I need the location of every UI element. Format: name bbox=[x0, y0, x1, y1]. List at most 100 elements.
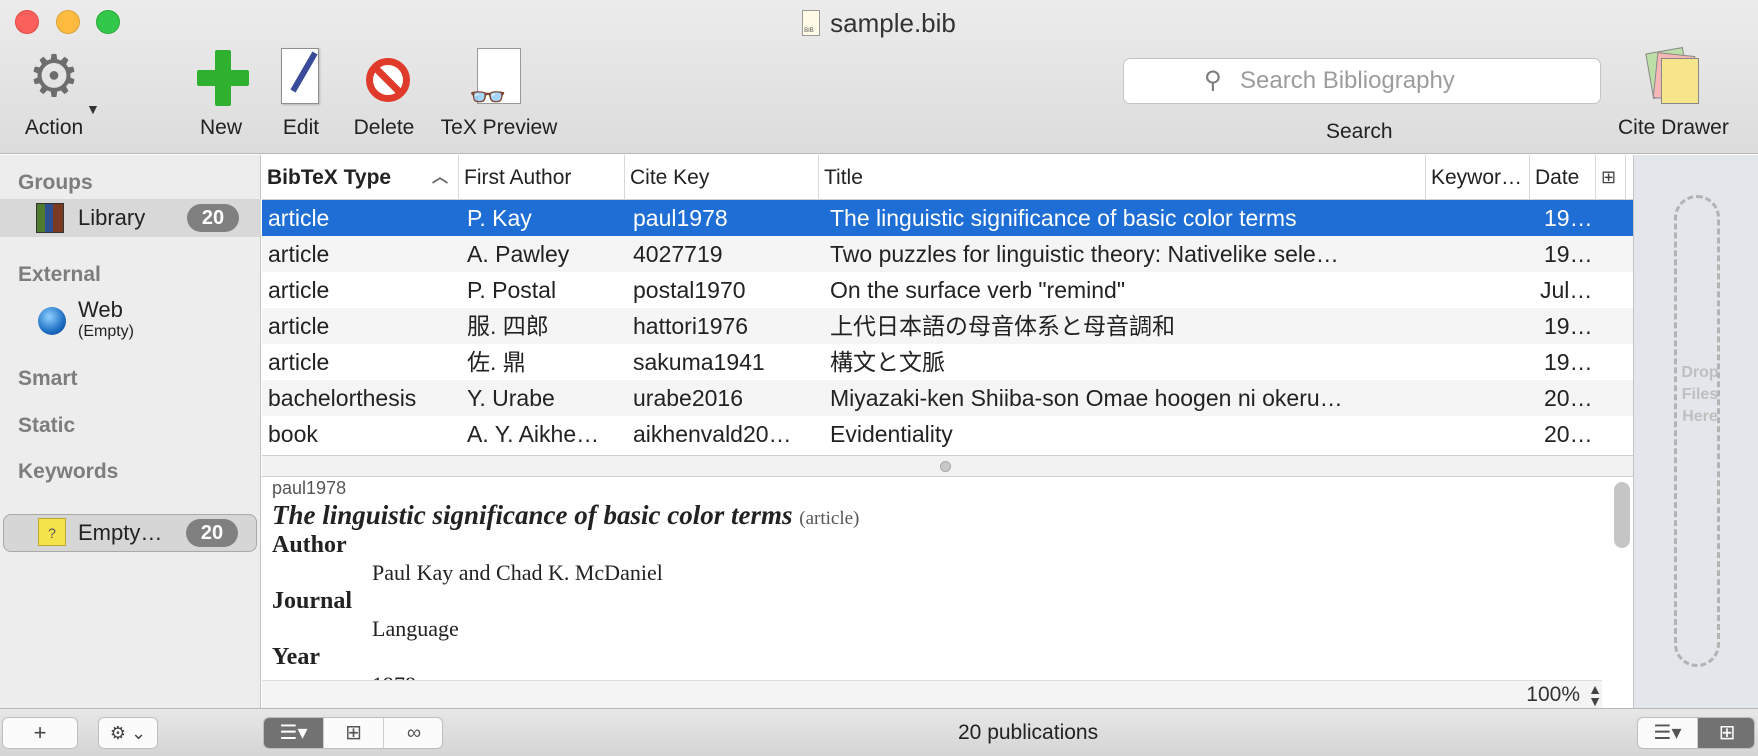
list-view-icon[interactable]: ☰▾ bbox=[1638, 718, 1698, 748]
cell-date: 2006 bbox=[1544, 421, 1594, 447]
window-title-text: sample.bib bbox=[830, 8, 956, 38]
preview-glasses-icon[interactable]: ∞ bbox=[384, 718, 442, 748]
column-header-label: Keywor… bbox=[1431, 166, 1523, 189]
cell-date: 2016 bbox=[1544, 385, 1594, 411]
glasses-icon: 👓 bbox=[469, 48, 529, 114]
cell-bibtex-type: article bbox=[268, 313, 330, 339]
divider-handle-icon bbox=[940, 461, 951, 472]
note-question-icon: ? bbox=[38, 518, 66, 546]
cell-first-author: A. Pawley bbox=[467, 241, 570, 267]
cell-title: 構文と文脈 bbox=[830, 349, 945, 375]
preview-year-label: Year bbox=[272, 644, 320, 670]
groups-sidebar: Groups Library 20 External Web (Empty) S… bbox=[0, 155, 261, 708]
delete-icon bbox=[354, 48, 414, 110]
table-row[interactable]: article 佐. 鼎 sakuma1941 構文と文脈 1941 bbox=[262, 344, 1633, 380]
column-header-cite-key[interactable]: Cite Key bbox=[625, 155, 819, 200]
edit-label: Edit bbox=[282, 116, 320, 139]
library-count-badge: 20 bbox=[187, 204, 239, 232]
column-header-label: Cite Key bbox=[630, 166, 710, 189]
table-row[interactable]: bachelorthesis Y. Urabe urabe2016 Miyaza… bbox=[262, 380, 1633, 416]
tex-preview-button[interactable]: 👓 TeX Preview bbox=[434, 48, 564, 140]
cell-date: 1983 bbox=[1544, 241, 1594, 267]
cite-drawer-label: Cite Drawer bbox=[1618, 116, 1729, 139]
window-toolbar: sample.bib ⚙▼ Action New Edit Delete 👓 T… bbox=[0, 0, 1758, 154]
delete-label: Delete bbox=[353, 116, 415, 139]
cell-title: 上代日本語の母音体系と母音調和 bbox=[830, 313, 1175, 339]
cell-title: Evidentiality bbox=[830, 421, 953, 447]
preview-year-value: 1978 bbox=[372, 672, 416, 680]
cell-cite-key: 4027719 bbox=[633, 241, 723, 267]
cell-first-author: P. Kay bbox=[467, 205, 532, 231]
table-row[interactable]: article P. Postal postal1970 On the surf… bbox=[262, 272, 1633, 308]
list-view-icon[interactable]: ☰▾ bbox=[264, 718, 324, 748]
cell-cite-key: hattori1976 bbox=[633, 313, 749, 339]
action-label: Action bbox=[24, 116, 84, 139]
web-status: (Empty) bbox=[78, 323, 134, 340]
cell-cite-key: sakuma1941 bbox=[633, 349, 765, 375]
cell-title: Miyazaki-ken Shiiba-son Omae hoogen ni o… bbox=[830, 385, 1343, 411]
view-mode-segmented-control: ☰▾ ⊞ ∞ bbox=[263, 717, 443, 749]
edit-pen-icon bbox=[271, 48, 331, 110]
add-group-button[interactable]: + bbox=[2, 717, 78, 749]
column-header-label: First Author bbox=[464, 166, 572, 189]
cell-first-author: P. Postal bbox=[467, 277, 557, 303]
cite-drawer-button[interactable]: Cite Drawer bbox=[1618, 47, 1729, 140]
grid-view-icon[interactable]: ⊞ bbox=[1698, 718, 1754, 748]
preview-scrollbar[interactable] bbox=[1614, 482, 1630, 548]
search-input[interactable] bbox=[1240, 67, 1600, 95]
column-header-keywords[interactable]: Keywor… bbox=[1426, 155, 1530, 200]
cell-title: The linguistic significance of basic col… bbox=[830, 205, 1297, 231]
cell-first-author: 服. 四郎 bbox=[467, 313, 549, 339]
sidebar-item-empty-keywords[interactable]: ? Empty… 20 bbox=[3, 514, 257, 552]
preview-title: The linguistic significance of basic col… bbox=[272, 500, 793, 530]
column-header-label: Title bbox=[824, 166, 863, 189]
cell-title: On the surface verb "remind" bbox=[830, 277, 1126, 303]
delete-button[interactable]: Delete bbox=[348, 48, 420, 140]
split-view-divider[interactable] bbox=[262, 455, 1633, 477]
column-header-title[interactable]: Title bbox=[819, 155, 1426, 200]
drop-files-zone[interactable]: Drop Files Here bbox=[1674, 195, 1720, 667]
bib-document-icon bbox=[802, 10, 821, 36]
table-row[interactable]: book A. Y. Aikhe… aikhenvald20… Evidenti… bbox=[262, 416, 1633, 452]
cell-cite-key: aikhenvald20… bbox=[633, 421, 792, 447]
cell-bibtex-type: book bbox=[268, 421, 318, 447]
sort-ascending-icon: ︿ bbox=[431, 169, 448, 186]
zoom-level[interactable]: 100% bbox=[1526, 681, 1580, 709]
column-header-date[interactable]: Date bbox=[1530, 155, 1596, 200]
search-label: Search bbox=[1326, 120, 1393, 143]
groups-heading: Groups bbox=[18, 171, 93, 194]
sidebar-item-library[interactable]: Library 20 bbox=[0, 199, 261, 237]
column-header-bibtex-type[interactable]: BibTeX Type ︿ bbox=[262, 155, 459, 200]
keywords-heading: Keywords bbox=[18, 460, 119, 483]
bibtex-preview-pane: paul1978 The linguistic significance of … bbox=[262, 478, 1633, 680]
group-action-menu-button[interactable]: ⚙ ⌄ bbox=[98, 717, 158, 749]
empty-keywords-badge: 20 bbox=[186, 519, 238, 547]
table-row[interactable]: article 服. 四郎 hattori1976 上代日本語の母音体系と母音調… bbox=[262, 308, 1633, 344]
static-heading: Static bbox=[18, 414, 76, 437]
publication-count: 20 publications bbox=[958, 721, 1099, 744]
zoom-stepper-icon[interactable]: ▲ ▼ bbox=[1588, 682, 1602, 708]
cell-bibtex-type: article bbox=[268, 205, 330, 231]
table-header: BibTeX Type ︿ First Author Cite Key Titl… bbox=[262, 155, 1633, 200]
table-row[interactable]: article A. Pawley 4027719 Two puzzles fo… bbox=[262, 236, 1633, 272]
column-header-first-author[interactable]: First Author bbox=[459, 155, 625, 200]
preview-author-label: Author bbox=[272, 532, 347, 558]
cell-date: 1978 bbox=[1544, 205, 1594, 231]
search-field[interactable]: ⚲ bbox=[1123, 58, 1601, 104]
tex-preview-label: TeX Preview bbox=[440, 116, 558, 139]
column-chooser-icon[interactable]: ⊞ bbox=[1596, 155, 1626, 200]
cell-cite-key: postal1970 bbox=[633, 277, 746, 303]
search-icon: ⚲ bbox=[1204, 67, 1222, 94]
sidebar-item-web[interactable]: Web (Empty) bbox=[0, 297, 261, 345]
table-row[interactable]: article P. Kay paul1978 The linguistic s… bbox=[262, 200, 1633, 236]
drop-files-label: Drop Files Here bbox=[1681, 364, 1719, 425]
cell-bibtex-type: article bbox=[268, 241, 330, 267]
new-label: New bbox=[199, 116, 242, 139]
window-title: sample.bib bbox=[0, 8, 1758, 39]
grid-view-icon[interactable]: ⊞ bbox=[324, 718, 384, 748]
action-button[interactable]: ⚙ ▼ Action bbox=[18, 48, 100, 140]
cell-cite-key: urabe2016 bbox=[633, 385, 743, 411]
edit-button[interactable]: Edit bbox=[270, 48, 332, 140]
new-button[interactable]: New bbox=[188, 48, 254, 140]
library-books-icon bbox=[36, 203, 64, 233]
